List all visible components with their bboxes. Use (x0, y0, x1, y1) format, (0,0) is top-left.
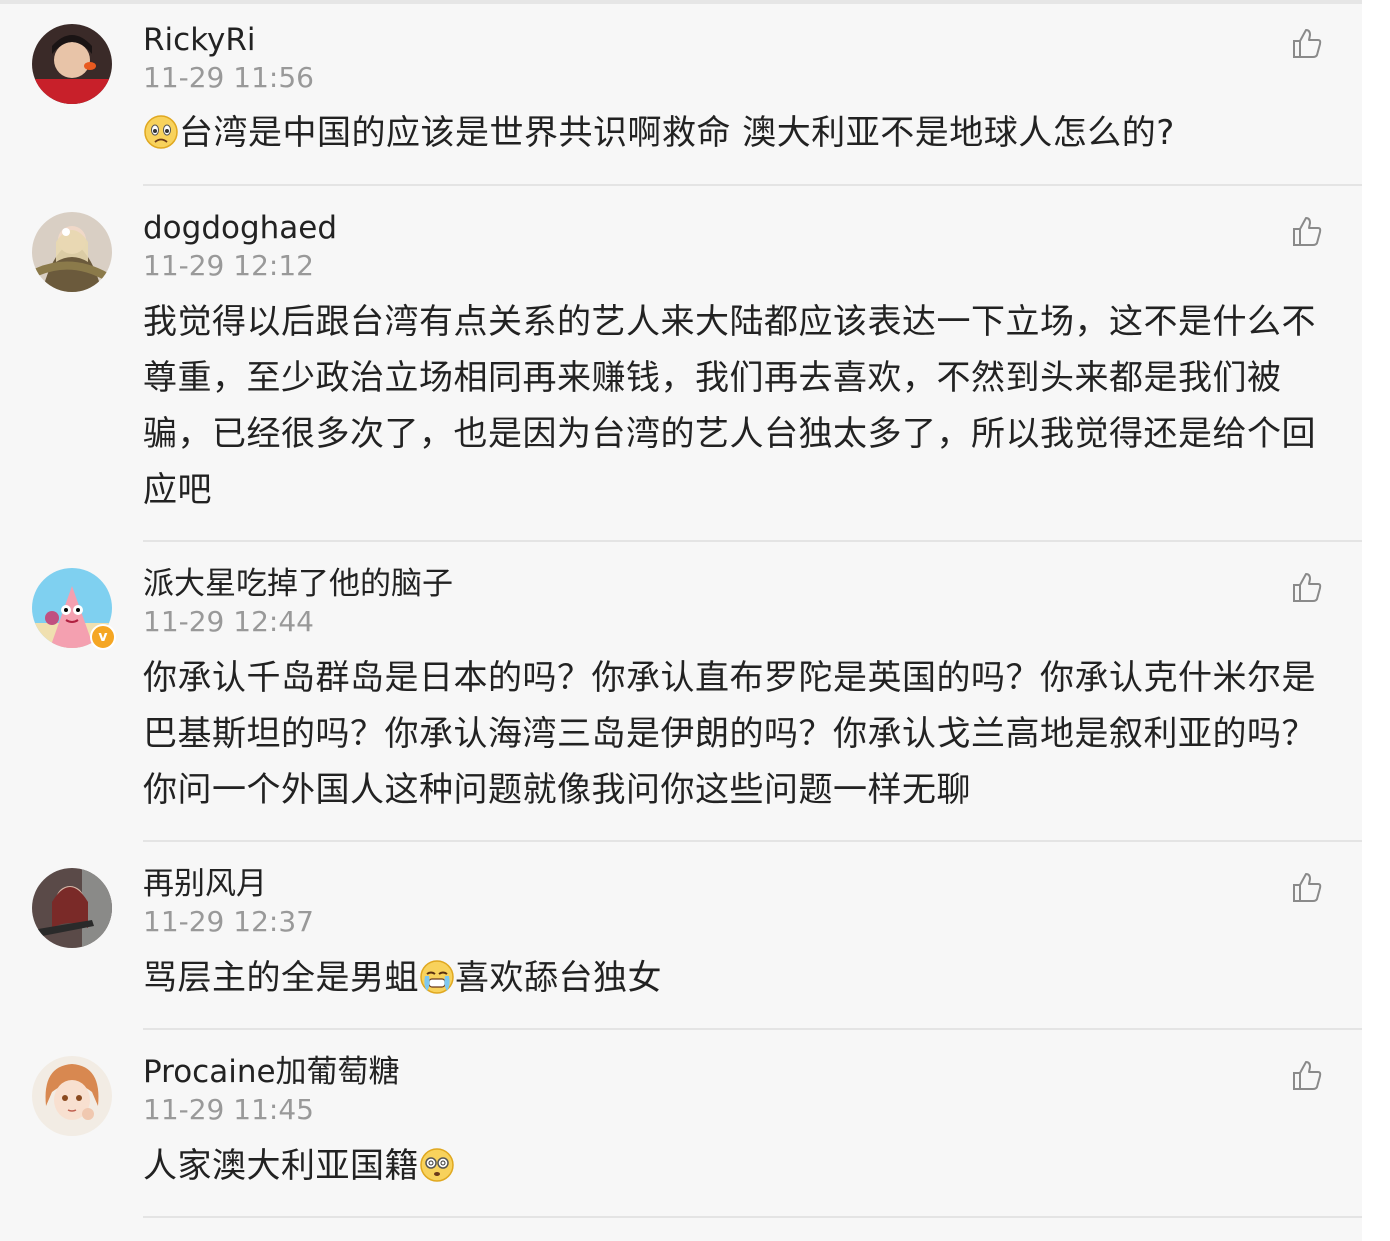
timestamp: 11-29 12:44 (143, 605, 314, 638)
username[interactable]: RickyRi (143, 20, 256, 60)
comment-text: 台湾是中国的应该是世界共识啊救命 澳大利亚不是地球人怎么的? (143, 105, 1323, 161)
comment-text-body: 人家澳大利亚国籍 (143, 1146, 419, 1186)
comment-text: 你承认千岛群岛是日本的吗？你承认直布罗陀是英国的吗？你承认克什米尔是巴基斯坦的吗… (143, 658, 1316, 810)
avatar[interactable] (32, 1056, 112, 1136)
timestamp: 11-29 12:12 (143, 249, 314, 282)
comment-text: 我觉得以后跟台湾有点关系的艺人来大陆都应该表达一下立场，这不是什么不尊重，至少政… (143, 302, 1316, 510)
thumbs-up-icon[interactable] (1290, 1058, 1324, 1092)
comment-text-body: 台湾是中国的应该是世界共识啊救命 澳大利亚不是地球人怎么的? (179, 113, 1175, 153)
thumbs-up-icon[interactable] (1290, 214, 1324, 248)
divider (143, 1216, 1362, 1218)
thumbs-up-icon[interactable] (1290, 26, 1324, 60)
verified-badge-icon: v (90, 624, 116, 650)
timestamp: 11-29 12:37 (143, 905, 314, 938)
divider (143, 840, 1362, 842)
divider (143, 540, 1362, 542)
divider (143, 184, 1362, 186)
right-margin (1362, 0, 1390, 1241)
worried-face-emoji (143, 111, 179, 149)
username[interactable]: 派大星吃掉了他的脑子 (143, 564, 453, 604)
comment-text: 骂层主的全是男蛆 喜欢舔台独女 (143, 950, 1323, 1006)
avatar[interactable] (32, 24, 112, 104)
thumbs-up-icon[interactable] (1290, 570, 1324, 604)
crying-face-emoji (419, 956, 455, 994)
comment-text-body: 喜欢舔台独女 (455, 958, 662, 998)
avatar[interactable] (32, 212, 112, 292)
comment-text-body: 骂层主的全是男蛆 (143, 958, 419, 998)
top-border (0, 0, 1390, 4)
divider (143, 1028, 1362, 1030)
username[interactable]: 再别风月 (143, 864, 267, 904)
timestamp: 11-29 11:45 (143, 1093, 314, 1126)
timestamp: 11-29 11:56 (143, 61, 314, 94)
username[interactable]: Procaine加葡萄糖 (143, 1052, 400, 1092)
dizzy-eyes-emoji (419, 1144, 455, 1182)
comment-text: 人家澳大利亚国籍 (143, 1138, 1323, 1194)
username[interactable]: dogdoghaed (143, 208, 337, 248)
avatar[interactable] (32, 868, 112, 948)
comment-feed: RickyRi 11-29 11:56 台湾是中国的应该是世界共识啊救命 澳大利… (0, 0, 1390, 1241)
thumbs-up-icon[interactable] (1290, 870, 1324, 904)
